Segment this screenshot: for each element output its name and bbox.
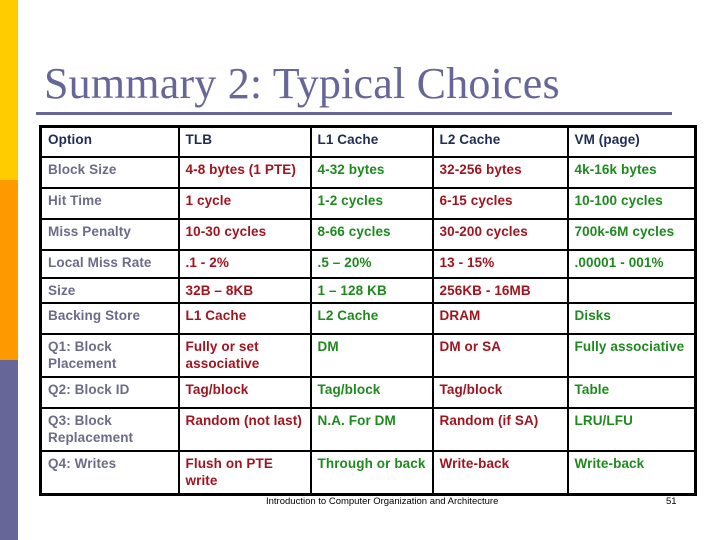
header-cell-l2-cache: L2 Cache [431, 125, 569, 158]
row-label: Local Miss Rate [39, 249, 180, 279]
table-row: Miss Penalty 10-30 cycles 8-66 cycles 30… [39, 218, 697, 251]
header-cell-vm-page: VM (page) [566, 125, 697, 158]
side-accent-bar-purple [0, 360, 18, 540]
l2-cache-cell: 13 - 15% [431, 249, 569, 279]
tlb-cell: 10-30 cycles [177, 218, 312, 251]
l1-cache-cell: DM [309, 333, 434, 378]
slide-footer: Introduction to Computer Organization an… [266, 496, 499, 507]
row-label: Q1: Block Placement [39, 333, 180, 378]
row-label: Q3: Block Replacement [39, 407, 180, 452]
l2-cache-cell: 256KB - 16MB [431, 277, 569, 304]
l1-cache-cell: Tag/block [309, 376, 434, 409]
vm-page-cell: LRU/LFU [566, 407, 697, 452]
table-row: Local Miss Rate .1 - 2% .5 – 20% 13 - 15… [39, 249, 697, 279]
table-row: Q4: Writes Flush on PTE write Through or… [39, 450, 697, 496]
row-label: Q4: Writes [39, 450, 180, 496]
row-label: Backing Store [39, 302, 180, 335]
page-number: 51 [666, 496, 677, 507]
slide-title: Summary 2: Typical Choices [44, 59, 560, 108]
l2-cache-cell: DRAM [431, 302, 569, 335]
row-label: Block Size [39, 156, 180, 189]
table-row: Block Size 4-8 bytes (1 PTE) 4-32 bytes … [39, 156, 697, 189]
l2-cache-cell: 30-200 cycles [431, 218, 569, 251]
l2-cache-cell: Write-back [431, 450, 569, 496]
side-accent-bar-yellow [0, 0, 18, 180]
table-row: Q1: Block Placement Fully or set associa… [39, 333, 697, 378]
vm-page-cell: .00001 - 001% [566, 249, 697, 279]
l2-cache-cell: 6-15 cycles [431, 187, 569, 220]
tlb-cell: 32B – 8KB [177, 277, 312, 304]
row-label: Q2: Block ID [39, 376, 180, 409]
l2-cache-cell: 32-256 bytes [431, 156, 569, 189]
l1-cache-cell: 1-2 cycles [309, 187, 434, 220]
tlb-cell: Tag/block [177, 376, 312, 409]
header-cell-tlb: TLB [177, 125, 312, 158]
tlb-cell: .1 - 2% [177, 249, 312, 279]
table-row: Q2: Block ID Tag/block Tag/block Tag/blo… [39, 376, 697, 409]
row-label: Miss Penalty [39, 218, 180, 251]
vm-page-cell: Fully associative [566, 333, 697, 378]
vm-page-cell: Write-back [566, 450, 697, 496]
table-row: Q3: Block Replacement Random (not last) … [39, 407, 697, 452]
l1-cache-cell: 4-32 bytes [309, 156, 434, 189]
row-label: Hit Time [39, 187, 180, 220]
title-underline [36, 112, 672, 115]
l1-cache-cell: Through or back [309, 450, 434, 496]
l2-cache-cell: Random (if SA) [431, 407, 569, 452]
l1-cache-cell: .5 – 20% [309, 249, 434, 279]
l1-cache-cell: L2 Cache [309, 302, 434, 335]
l1-cache-cell: 1 – 128 KB [309, 277, 434, 304]
l2-cache-cell: DM or SA [431, 333, 569, 378]
tlb-cell: L1 Cache [177, 302, 312, 335]
table-row: Size 32B – 8KB 1 – 128 KB 256KB - 16MB [39, 277, 697, 304]
side-accent-bar-orange [0, 180, 18, 360]
tlb-cell: Fully or set associative [177, 333, 312, 378]
tlb-cell: 1 cycle [177, 187, 312, 220]
tlb-cell: Random (not last) [177, 407, 312, 452]
table-header-row: Option TLB L1 Cache L2 Cache VM (page) [39, 125, 697, 158]
tlb-cell: 4-8 bytes (1 PTE) [177, 156, 312, 189]
table-row: Hit Time 1 cycle 1-2 cycles 6-15 cycles … [39, 187, 697, 220]
vm-page-cell [566, 277, 697, 304]
l1-cache-cell: 8-66 cycles [309, 218, 434, 251]
vm-page-cell: 700k-6M cycles [566, 218, 697, 251]
vm-page-cell: Table [566, 376, 697, 409]
vm-page-cell: Disks [566, 302, 697, 335]
tlb-cell: Flush on PTE write [177, 450, 312, 496]
row-label: Size [39, 277, 180, 304]
header-cell-l1-cache: L1 Cache [309, 125, 434, 158]
vm-page-cell: 10-100 cycles [566, 187, 697, 220]
l2-cache-cell: Tag/block [431, 376, 569, 409]
vm-page-cell: 4k-16k bytes [566, 156, 697, 189]
header-cell-option: Option [39, 125, 180, 158]
l1-cache-cell: N.A. For DM [309, 407, 434, 452]
table-row: Backing Store L1 Cache L2 Cache DRAM Dis… [39, 302, 697, 335]
summary-table: Option TLB L1 Cache L2 Cache VM (page) B… [39, 125, 697, 496]
